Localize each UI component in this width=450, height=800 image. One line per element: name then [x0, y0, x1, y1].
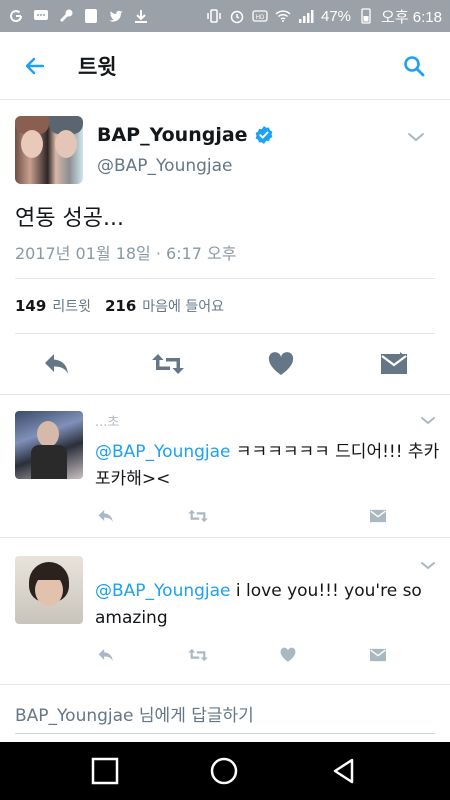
- tweet-stats: 149 리트윗 216 마음에 들어요: [15, 296, 224, 316]
- direct-message-button[interactable]: [367, 644, 389, 666]
- search-button[interactable]: [392, 44, 436, 88]
- reply-text: @BAP_Youngjae i love you!!! you're so am…: [95, 578, 440, 632]
- chevron-down-icon[interactable]: [418, 411, 438, 431]
- tweet-header: BAP_Youngjae @BAP_Youngjae: [15, 114, 435, 186]
- wifi-icon: [275, 8, 291, 24]
- divider: [15, 333, 435, 334]
- reply-actions: [95, 505, 395, 529]
- avatar[interactable]: [15, 556, 83, 624]
- twitter-icon: [108, 8, 124, 24]
- tweet-text: 연동 성공...: [15, 206, 124, 231]
- retweet-icon: [152, 354, 184, 374]
- android-nav-bar: [0, 742, 450, 800]
- battery-percent: 47%: [321, 7, 352, 25]
- retweet-icon: [188, 648, 208, 662]
- reply-composer[interactable]: BAP_Youngjae 님에게 답글하기: [0, 684, 450, 743]
- reply-text: @BAP_Youngjae ㅋㅋㅋㅋㅋㅋ 드디어!!! 추카포카해><: [95, 439, 440, 493]
- reply-author-name[interactable]: ...초: [95, 411, 119, 430]
- envelope-icon: [381, 352, 407, 374]
- alarm-icon: [229, 8, 245, 24]
- home-button[interactable]: [207, 754, 241, 788]
- square-icon: [91, 757, 119, 785]
- app-icon: [83, 8, 99, 24]
- vibrate-icon: [206, 8, 222, 24]
- retweet-button[interactable]: [187, 644, 209, 666]
- reply-icon: [45, 354, 68, 374]
- app-bar: 트윗: [0, 32, 450, 100]
- reply-button[interactable]: [95, 505, 117, 527]
- like-count[interactable]: 216: [105, 297, 136, 315]
- retweet-button[interactable]: [187, 505, 209, 527]
- avatar[interactable]: [15, 411, 83, 479]
- direct-message-button[interactable]: [367, 505, 389, 527]
- reply-icon: [98, 648, 113, 661]
- envelope-icon: [370, 509, 386, 523]
- triangle-back-icon: [333, 758, 354, 784]
- recents-button[interactable]: [88, 754, 122, 788]
- clock: 오후 6:18: [381, 8, 442, 26]
- heart-icon: [268, 352, 294, 375]
- download-icon: [133, 8, 149, 24]
- avatar[interactable]: [15, 116, 83, 184]
- battery-icon: [358, 8, 374, 24]
- reply-input[interactable]: BAP_Youngjae 님에게 답글하기: [15, 701, 254, 726]
- retweet-button[interactable]: [151, 349, 185, 379]
- back-nav-button[interactable]: [327, 754, 361, 788]
- signal-icon: [298, 8, 314, 24]
- like-button[interactable]: [264, 349, 298, 379]
- envelope-icon: [370, 648, 386, 662]
- like-button[interactable]: [277, 644, 299, 666]
- author-handle[interactable]: @BAP_Youngjae: [97, 156, 233, 176]
- search-icon: [404, 55, 425, 76]
- reply-icon: [98, 509, 113, 522]
- wrench-icon: [58, 8, 74, 24]
- reply-actions: [95, 644, 395, 668]
- circle-icon: [210, 757, 238, 785]
- status-bar: HD 47% 오후 6:18: [0, 0, 450, 32]
- like-label[interactable]: 마음에 들어요: [142, 296, 224, 316]
- author-name-row[interactable]: BAP_Youngjae: [97, 124, 274, 146]
- reply-tweet[interactable]: @BAP_Youngjae i love you!!! you're so am…: [0, 538, 450, 684]
- reply-mention[interactable]: @BAP_Youngjae: [95, 581, 231, 601]
- retweet-count[interactable]: 149: [15, 297, 46, 315]
- direct-message-button[interactable]: [377, 349, 411, 379]
- chat-icon: [33, 8, 49, 24]
- chevron-down-icon[interactable]: [418, 556, 438, 576]
- heart-icon: [280, 647, 296, 662]
- reply-tweet[interactable]: ...초 @BAP_Youngjae ㅋㅋㅋㅋㅋㅋ 드디어!!! 추카포카해><: [0, 395, 450, 537]
- reply-button[interactable]: [40, 349, 74, 379]
- divider: [15, 278, 435, 279]
- hd-icon: HD: [252, 8, 268, 24]
- back-button[interactable]: [12, 43, 58, 89]
- g-icon: [8, 8, 24, 24]
- retweet-label[interactable]: 리트윗: [52, 296, 91, 316]
- tweet-actions: [0, 335, 450, 393]
- page-title: 트윗: [78, 54, 117, 79]
- reply-button[interactable]: [95, 644, 117, 666]
- reply-mention[interactable]: @BAP_Youngjae: [95, 442, 231, 462]
- verified-badge-icon: [255, 126, 272, 144]
- arrow-left-icon: [25, 57, 45, 74]
- author-display-name[interactable]: BAP_Youngjae: [97, 124, 248, 146]
- input-underline: [15, 733, 435, 734]
- svg-text:HD: HD: [256, 15, 265, 21]
- chevron-down-icon[interactable]: [405, 126, 427, 148]
- retweet-icon: [188, 509, 208, 523]
- tweet-timestamp: 2017년 01월 18일 · 6:17 오후: [15, 244, 237, 263]
